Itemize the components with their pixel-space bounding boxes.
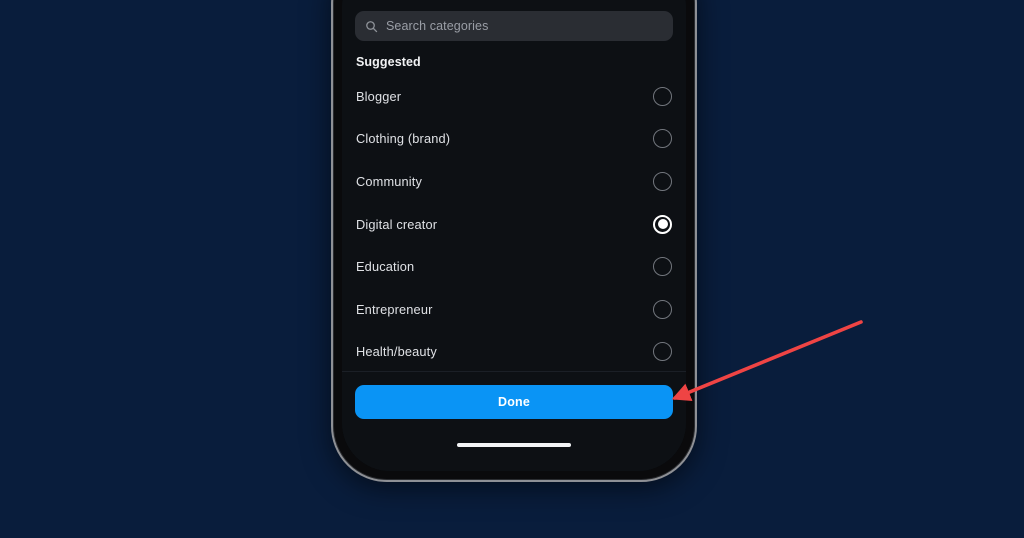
radio-entrepreneur[interactable] bbox=[653, 299, 672, 319]
category-label: Clothing (brand) bbox=[356, 131, 451, 147]
category-row-blogger[interactable]: Blogger bbox=[356, 75, 672, 118]
radio-education[interactable] bbox=[653, 257, 672, 277]
category-list: Blogger Clothing (brand) Community Digit… bbox=[342, 75, 686, 371]
radio-digital-creator[interactable] bbox=[653, 214, 672, 234]
radio-clothing-brand[interactable] bbox=[653, 129, 672, 149]
search-section: Search categories bbox=[342, 0, 686, 41]
search-placeholder: Search categories bbox=[386, 19, 489, 33]
category-label: Blogger bbox=[356, 88, 402, 104]
search-input[interactable]: Search categories bbox=[355, 11, 673, 41]
category-label: Education bbox=[356, 259, 415, 275]
category-label: Community bbox=[356, 173, 423, 189]
home-indicator bbox=[457, 442, 571, 448]
radio-blogger[interactable] bbox=[653, 86, 672, 106]
pointer-arrow bbox=[671, 320, 863, 401]
category-row-education[interactable]: Education bbox=[356, 245, 672, 288]
category-label: Health/beauty bbox=[356, 344, 437, 360]
category-row-digital-creator[interactable]: Digital creator bbox=[356, 203, 672, 246]
radio-health-beauty[interactable] bbox=[653, 342, 672, 362]
home-indicator-area bbox=[355, 419, 673, 471]
sheet-footer: Done bbox=[342, 371, 686, 471]
category-row-clothing-brand[interactable]: Clothing (brand) bbox=[356, 118, 672, 161]
category-label: Entrepreneur bbox=[356, 301, 433, 317]
category-row-health-beauty[interactable]: Health/beauty bbox=[356, 331, 672, 371]
category-label: Digital creator bbox=[356, 216, 438, 232]
radio-community[interactable] bbox=[653, 171, 672, 191]
category-row-entrepreneur[interactable]: Entrepreneur bbox=[356, 288, 672, 331]
search-icon bbox=[366, 20, 378, 32]
section-title: Suggested bbox=[356, 55, 421, 69]
phone-device-frame: Search categories Suggested Blogger Clot… bbox=[331, 0, 697, 482]
phone-screen: Search categories Suggested Blogger Clot… bbox=[342, 0, 686, 471]
done-button[interactable]: Done bbox=[355, 385, 673, 419]
category-picker-sheet: Search categories Suggested Blogger Clot… bbox=[342, 0, 686, 471]
screenshot-canvas: Search categories Suggested Blogger Clot… bbox=[0, 0, 1024, 538]
category-row-community[interactable]: Community bbox=[356, 160, 672, 203]
